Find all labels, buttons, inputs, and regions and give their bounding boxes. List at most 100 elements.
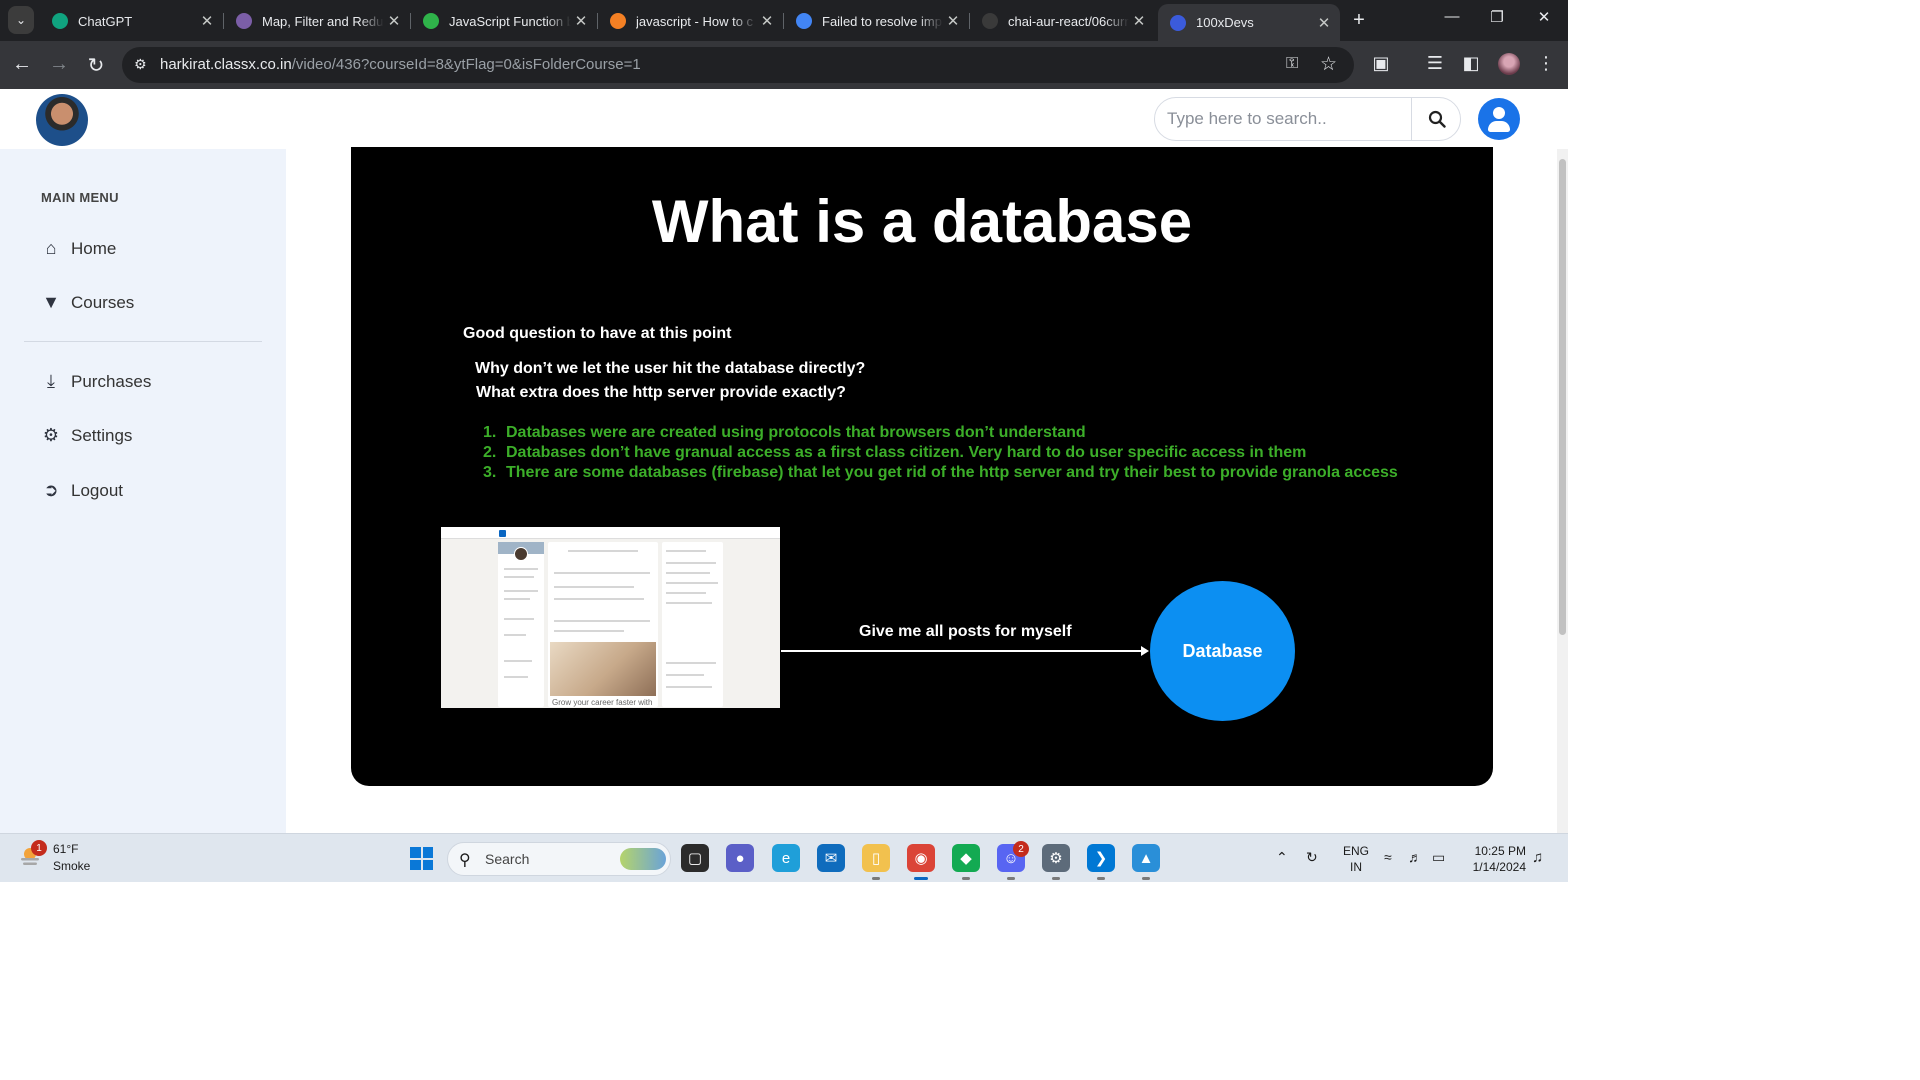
tab-failed-to-resolve[interactable]: Failed to resolve imp ✕ <box>784 4 970 38</box>
browser-tab-bar: ⌄ ChatGPT ✕ Map, Filter and Reduce ✕ Jav… <box>0 0 1568 41</box>
media-queue-icon[interactable]: ☰ <box>1423 53 1447 74</box>
restore-button[interactable]: ❐ <box>1482 8 1512 26</box>
system-clock[interactable]: 10:25 PM 1/14/2024 <box>1466 843 1526 875</box>
bookmark-star-icon[interactable]: ☆ <box>1320 53 1337 76</box>
sidebar: MAIN MENU ⌂ Home ▼ Courses ⤓ Purchases ⚙… <box>0 149 286 833</box>
close-tab-icon[interactable]: ✕ <box>384 12 404 30</box>
windows-start-icon[interactable] <box>410 847 433 870</box>
sidebar-item-settings[interactable]: ⚙ Settings <box>40 425 133 446</box>
profile-avatar[interactable] <box>1498 53 1520 75</box>
teams-chat-icon[interactable]: ● <box>726 844 754 872</box>
list-item: 2. Databases don’t have granual access as… <box>483 444 1307 461</box>
list-item: 1. Databases were are created using proto… <box>483 424 1086 441</box>
search-input[interactable] <box>1155 98 1411 140</box>
url-text[interactable]: harkirat.classx.co.in/video/436?courseId… <box>160 56 641 73</box>
list-item: 3. There are some databases (firebase) th… <box>483 464 1398 481</box>
discord-notification-badge: 2 <box>1013 841 1029 857</box>
password-key-icon[interactable]: ⚿ <box>1286 55 1298 73</box>
site-settings-icon[interactable]: ⚙ <box>134 56 147 73</box>
minimize-button[interactable]: — <box>1437 8 1467 25</box>
close-tab-icon[interactable]: ✕ <box>571 12 591 30</box>
windows-taskbar: 1 61°F Smoke ⚲ Search ▢ ● e ✉ ▯ ◉ ◆ ☺ 2 … <box>0 833 1568 882</box>
user-account-icon[interactable] <box>1478 98 1520 140</box>
stackoverflow-favicon-icon <box>610 13 626 29</box>
sidebar-item-courses[interactable]: ▼ Courses <box>40 292 134 313</box>
github-favicon-icon <box>982 13 998 29</box>
volume-icon[interactable]: ♬ <box>1408 849 1422 865</box>
tab-chatgpt[interactable]: ChatGPT ✕ <box>40 4 224 38</box>
close-tab-icon[interactable]: ✕ <box>1314 14 1334 32</box>
chatgpt-favicon-icon <box>52 13 68 29</box>
home-icon: ⌂ <box>45 238 57 258</box>
close-window-button[interactable]: ✕ <box>1529 8 1559 26</box>
page-scrollbar[interactable] <box>1557 149 1568 833</box>
tray-chevron-icon[interactable]: ⌃ <box>1276 849 1288 866</box>
tab-stackoverflow[interactable]: javascript - How to c ✕ <box>598 4 784 38</box>
video-player-slide[interactable]: What is a database Good question to have… <box>351 147 1493 786</box>
menu-divider <box>24 341 262 342</box>
sidebar-item-home[interactable]: ⌂ Home <box>40 238 117 259</box>
100xdevs-favicon-icon <box>1170 14 1186 31</box>
tab-100xdevs[interactable]: 100xDevs ✕ <box>1158 4 1340 41</box>
slide-points-list: 1. Databases were are created using proto… <box>483 424 1398 484</box>
download-icon: ⤓ <box>47 371 55 391</box>
menu-heading: MAIN MENU <box>41 190 119 205</box>
forward-arrow-icon[interactable]: → <box>47 53 71 76</box>
main-content: What is a database Good question to have… <box>286 147 1568 833</box>
address-bar[interactable]: ⚙ harkirat.classx.co.in/video/436?course… <box>122 47 1354 83</box>
search-box <box>1154 97 1461 141</box>
mail-icon[interactable]: ✉ <box>817 844 845 872</box>
language-indicator[interactable]: ENG IN <box>1343 843 1369 875</box>
chrome-menu-icon[interactable]: ⋮ <box>1534 53 1558 74</box>
database-circle: Database <box>1150 581 1295 721</box>
google-favicon-icon <box>796 13 812 29</box>
close-tab-icon[interactable]: ✕ <box>197 12 217 30</box>
graduation-cap-icon: ▼ <box>42 292 60 312</box>
close-tab-icon[interactable]: ✕ <box>757 12 777 30</box>
file-explorer-icon[interactable]: ▯ <box>862 844 890 880</box>
sync-icon[interactable]: ↻ <box>1306 849 1318 866</box>
reload-icon[interactable]: ↻ <box>84 53 108 78</box>
logout-icon: ➲ <box>43 480 59 500</box>
wifi-icon[interactable]: ≈ <box>1384 849 1392 865</box>
browser-toolbar: ← → ↻ ⚙ harkirat.classx.co.in/video/436?… <box>0 41 1568 89</box>
tab-search-dropdown[interactable]: ⌄ <box>8 6 34 34</box>
slide-question: Good question to have at this point <box>463 325 732 342</box>
sidebar-item-purchases[interactable]: ⤓ Purchases <box>40 371 151 392</box>
close-tab-icon[interactable]: ✕ <box>943 12 963 30</box>
back-arrow-icon[interactable]: ← <box>10 53 34 76</box>
weather-condition: Smoke <box>53 859 91 873</box>
settings-gear-icon[interactable]: ⚙ <box>1042 844 1070 880</box>
page: MAIN MENU ⌂ Home ▼ Courses ⤓ Purchases ⚙… <box>0 89 1568 833</box>
task-view-icon[interactable]: ▢ <box>681 844 709 872</box>
edge-browser-icon[interactable]: e <box>772 844 800 872</box>
tab-map-filter-reduce[interactable]: Map, Filter and Reduce ✕ <box>224 4 411 38</box>
search-button[interactable] <box>1411 98 1460 140</box>
tab-javascript-function[interactable]: JavaScript Function b ✕ <box>411 4 598 38</box>
tab-github-chai-aur-react[interactable]: chai-aur-react/06curr ✕ <box>970 4 1155 38</box>
gear-icon: ⚙ <box>42 425 60 445</box>
slide-sub-question: Why don’t we let the user hit the databa… <box>475 360 866 377</box>
weather-alert-badge: 1 <box>31 840 47 856</box>
search-icon <box>1428 110 1446 128</box>
battery-icon[interactable]: ▭ <box>1432 849 1445 866</box>
w3-favicon-icon <box>423 13 439 29</box>
site-logo-avatar[interactable] <box>36 94 88 146</box>
linkedin-feed-screenshot: Grow your career faster with <box>441 527 780 708</box>
side-panel-icon[interactable]: ◧ <box>1459 53 1483 74</box>
photos-icon[interactable]: ▲ <box>1132 844 1160 880</box>
notification-bell-icon[interactable]: ♫ <box>1532 849 1543 866</box>
weather-temperature: 61°F <box>53 842 79 856</box>
arrow-head-icon <box>1141 646 1149 656</box>
taskbar-search[interactable]: ⚲ Search <box>447 842 671 876</box>
mongodb-compass-icon[interactable]: ◆ <box>952 844 980 880</box>
vscode-icon[interactable]: ❯ <box>1087 844 1115 880</box>
site-header <box>0 89 1568 149</box>
sidebar-item-logout[interactable]: ➲ Logout <box>40 480 123 501</box>
new-tab-button[interactable]: + <box>1348 9 1370 32</box>
arrow-line <box>781 650 1143 652</box>
search-highlight-image <box>620 848 666 870</box>
chrome-browser-icon[interactable]: ◉ <box>907 844 935 880</box>
extensions-puzzle-icon[interactable]: ▣ <box>1369 53 1393 74</box>
close-tab-icon[interactable]: ✕ <box>1129 12 1149 30</box>
